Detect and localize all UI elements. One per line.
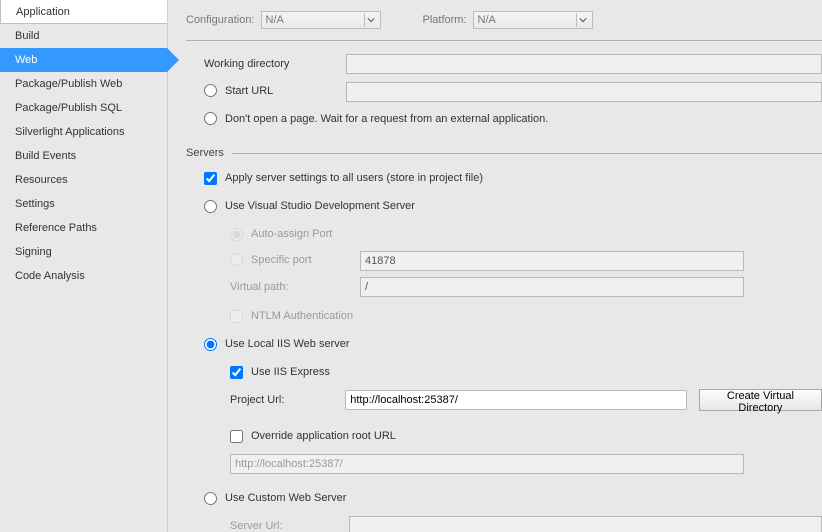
- sidebar-item-web[interactable]: Web: [0, 48, 167, 72]
- platform-label: Platform:: [423, 14, 467, 26]
- specific-port-radio: Specific port: [230, 253, 312, 266]
- use-local-iis-radio[interactable]: Use Local IIS Web server: [204, 338, 350, 351]
- divider: [186, 40, 822, 41]
- dont-open-page-radio[interactable]: Don't open a page. Wait for a request fr…: [204, 112, 548, 125]
- sidebar-item-signing[interactable]: Signing: [0, 240, 167, 264]
- auto-assign-port-label: Auto-assign Port: [251, 228, 332, 240]
- web-settings-panel: Configuration: N/A Platform: N/A Working…: [168, 0, 822, 532]
- use-iis-express-label: Use IIS Express: [251, 366, 330, 378]
- start-url-radio-label: Start URL: [225, 85, 273, 97]
- project-tabs-sidebar: Application Build Web Package/Publish We…: [0, 0, 168, 532]
- use-local-iis-label: Use Local IIS Web server: [225, 338, 350, 350]
- sidebar-item-label: Resources: [15, 174, 68, 186]
- sidebar-item-application[interactable]: Application: [0, 0, 167, 24]
- sidebar-item-resources[interactable]: Resources: [0, 168, 167, 192]
- server-url-label: Server Url:: [230, 520, 349, 532]
- servers-section-label: Servers: [186, 147, 224, 159]
- auto-assign-port-radio: Auto-assign Port: [230, 228, 332, 241]
- chevron-down-icon: [576, 13, 590, 27]
- start-url-input[interactable]: [346, 82, 822, 102]
- override-app-root-checkbox[interactable]: Override application root URL: [230, 430, 396, 443]
- sidebar-item-label: Package/Publish SQL: [15, 102, 122, 114]
- use-custom-web-server-label: Use Custom Web Server: [225, 492, 346, 504]
- sidebar-item-label: Build: [15, 30, 39, 42]
- platform-value: N/A: [478, 14, 496, 26]
- virtual-path-input: [360, 277, 744, 297]
- sidebar-item-silverlight[interactable]: Silverlight Applications: [0, 120, 167, 144]
- use-vs-dev-server-radio[interactable]: Use Visual Studio Development Server: [204, 200, 415, 213]
- use-custom-web-server-radio[interactable]: Use Custom Web Server: [204, 492, 346, 505]
- sidebar-item-label: Web: [15, 54, 37, 66]
- sidebar-item-build[interactable]: Build: [0, 24, 167, 48]
- working-directory-label: Working directory: [186, 58, 346, 70]
- sidebar-item-build-events[interactable]: Build Events: [0, 144, 167, 168]
- sidebar-item-label: Signing: [15, 246, 52, 258]
- sidebar-item-label: Application: [16, 6, 70, 18]
- create-virtual-directory-button[interactable]: Create Virtual Directory: [699, 389, 822, 411]
- sidebar-item-label: Silverlight Applications: [15, 126, 124, 138]
- sidebar-item-label: Reference Paths: [15, 222, 97, 234]
- sidebar-item-label: Build Events: [15, 150, 76, 162]
- sidebar-item-label: Code Analysis: [15, 270, 85, 282]
- servers-section-header: Servers: [186, 147, 822, 159]
- sidebar-item-label: Settings: [15, 198, 55, 210]
- sidebar-item-package-publish-sql[interactable]: Package/Publish SQL: [0, 96, 167, 120]
- sidebar-item-code-analysis[interactable]: Code Analysis: [0, 264, 167, 288]
- use-iis-express-checkbox[interactable]: Use IIS Express: [230, 366, 330, 379]
- sidebar-item-settings[interactable]: Settings: [0, 192, 167, 216]
- sidebar-item-reference-paths[interactable]: Reference Paths: [0, 216, 167, 240]
- use-vs-dev-server-label: Use Visual Studio Development Server: [225, 200, 415, 212]
- configuration-label: Configuration:: [186, 14, 255, 26]
- project-url-label: Project Url:: [230, 394, 345, 406]
- configuration-value: N/A: [266, 14, 284, 26]
- server-url-input: [349, 516, 822, 532]
- sidebar-item-label: Package/Publish Web: [15, 78, 122, 90]
- working-directory-input[interactable]: [346, 54, 822, 74]
- configuration-bar: Configuration: N/A Platform: N/A: [186, 0, 822, 40]
- configuration-dropdown[interactable]: N/A: [261, 11, 381, 29]
- apply-server-settings-checkbox[interactable]: Apply server settings to all users (stor…: [204, 172, 483, 185]
- specific-port-label: Specific port: [251, 254, 312, 266]
- apply-server-settings-label: Apply server settings to all users (stor…: [225, 172, 483, 184]
- virtual-path-label: Virtual path:: [230, 281, 360, 293]
- override-app-root-input: [230, 454, 744, 474]
- platform-dropdown[interactable]: N/A: [473, 11, 593, 29]
- dont-open-page-label: Don't open a page. Wait for a request fr…: [225, 113, 548, 125]
- ntlm-auth-checkbox: NTLM Authentication: [230, 310, 353, 323]
- project-url-input[interactable]: [345, 390, 687, 410]
- divider: [232, 153, 822, 154]
- start-url-radio[interactable]: Start URL: [204, 84, 273, 97]
- override-app-root-label: Override application root URL: [251, 430, 396, 442]
- chevron-down-icon: [364, 13, 378, 27]
- sidebar-item-package-publish-web[interactable]: Package/Publish Web: [0, 72, 167, 96]
- specific-port-input: [360, 251, 744, 271]
- ntlm-auth-label: NTLM Authentication: [251, 310, 353, 322]
